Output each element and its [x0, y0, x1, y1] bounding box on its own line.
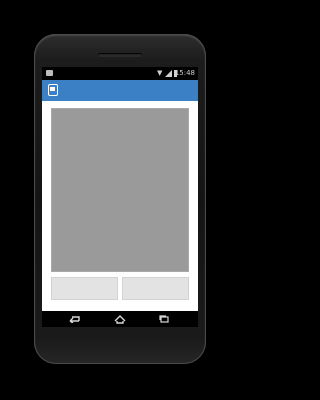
earpiece-speaker [98, 53, 142, 57]
action-bar [42, 80, 198, 101]
signal-icon [165, 70, 172, 77]
device-screen: ▼ 15:48 [42, 67, 198, 311]
image-preview[interactable] [51, 108, 189, 272]
wifi-icon: ▼ [157, 69, 163, 77]
home-icon[interactable] [112, 313, 128, 325]
notification-icon [46, 70, 53, 76]
status-time: 15:48 [174, 69, 195, 77]
left-button[interactable] [51, 277, 118, 300]
back-icon[interactable] [66, 313, 82, 325]
right-button[interactable] [122, 277, 189, 300]
status-bar: ▼ 15:48 [42, 67, 198, 80]
navigation-bar [42, 311, 198, 327]
recent-apps-icon[interactable] [156, 313, 172, 325]
app-icon[interactable] [48, 84, 58, 96]
main-content [42, 101, 198, 311]
